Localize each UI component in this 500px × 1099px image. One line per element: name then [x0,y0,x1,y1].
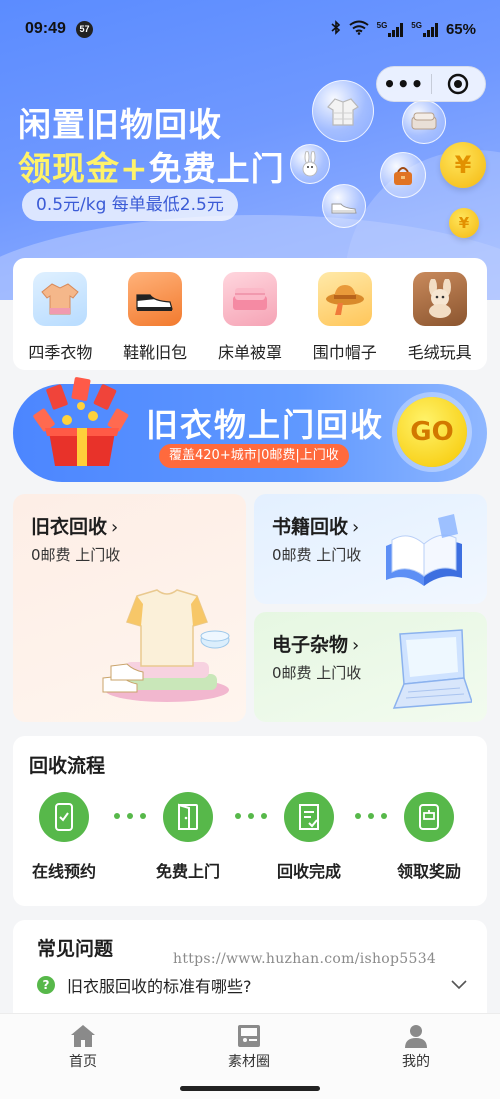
question-icon: ? [37,976,55,994]
hero-title-line1: 闲置旧物回收 [18,105,222,144]
banner-title: 旧衣物上门回收 [146,406,385,444]
process-step-complete: 回收完成 [259,792,359,882]
faq-question: 旧衣服回收的标准有哪些? [67,977,252,996]
phone-check-icon [39,792,89,842]
gallery-icon [238,1025,260,1047]
tab-mine[interactable]: 我的 [366,1024,466,1071]
service-card-books[interactable]: 书籍回收 › 0邮费 上门收 [254,494,487,604]
tab-label: 素材圈 [228,1054,270,1070]
chevron-right-icon: › [111,517,119,538]
checklist-icon [284,792,334,842]
laptop-icon [392,629,472,709]
process-step-label: 在线预约 [31,862,96,881]
banner-subtitle: 覆盖420+城市|0邮费|上门收 [159,444,349,468]
battery-level: 65% [445,21,476,38]
rabbit-bubble-icon [290,144,330,184]
hero-title-line2: 领现金+免费上门 [18,142,285,190]
process-title: 回收流程 [29,755,106,777]
category-label: 毛绒玩具 [407,343,472,362]
wifi-icon [349,20,369,39]
category-grid: 四季衣物 鞋靴旧包 床单被罩 围巾帽子 毛绒玩具 [13,258,487,370]
tab-home[interactable]: 首页 [33,1024,133,1071]
service-name: 旧衣回收 [31,516,108,538]
watermark-url: https://www.huzhan.com/ishop5534 [173,951,437,967]
network-type-1: 5G [376,21,388,30]
red-envelope-gift-icon [33,377,129,466]
notification-badge: 57 [76,21,93,38]
chevron-right-icon: › [352,635,360,656]
clothes-pile-icon [102,589,230,702]
process-step-booking: 在线预约 [14,792,114,882]
coin-icon: ¥ [440,142,486,188]
more-menu-button[interactable]: ••• [377,74,431,94]
home-indicator[interactable] [180,1086,320,1091]
network-type-2: 5G [411,21,422,30]
category-scarf-hat[interactable]: 围巾帽子 [300,272,390,370]
category-plush-toys[interactable]: 毛绒玩具 [395,272,485,370]
sweater-icon [33,272,88,326]
gift-card-icon [404,792,454,842]
recycle-process-card: 回收流程 在线预约 免费上门 回收完成 领取奖励 [13,736,487,906]
category-label: 围巾帽子 [312,343,377,362]
hero-title-rest: 免费上门 [148,149,285,188]
miniprogram-capsule: ••• [376,66,486,102]
tab-label: 我的 [402,1054,430,1070]
category-label: 四季衣物 [28,343,93,362]
process-step-pickup: 免费上门 [138,792,238,882]
service-name: 书籍回收 [272,516,349,538]
shoes-bubble-icon [322,184,366,228]
jacket-bubble-icon [312,80,374,142]
sneaker-icon [128,272,183,326]
hero-price-pill: 0.5元/kg 每单最低2.5元 [22,189,238,221]
bedsheet-icon [222,272,277,326]
teddy-bear-icon [412,272,467,326]
category-shoes-bags[interactable]: 鞋靴旧包 [110,272,200,370]
door-to-door-banner[interactable]: 旧衣物上门回收 覆盖420+城市|0邮费|上门收 GO [13,377,487,482]
service-title: 旧衣回收 › [31,512,118,539]
bedding-bubble-icon [402,100,446,144]
service-card-electronics[interactable]: 电子杂物 › 0邮费 上门收 [254,612,487,722]
door-icon [163,792,213,842]
status-time: 09:49 [25,20,66,37]
home-icon [71,1025,95,1047]
process-step-reward: 领取奖励 [379,792,479,882]
service-desc: 0邮费 上门收 [31,546,121,564]
category-clothes[interactable]: 四季衣物 [15,272,105,370]
status-right: 5G 5G 65% [331,20,476,39]
category-label: 鞋靴旧包 [123,343,188,362]
category-label: 床单被罩 [217,343,282,362]
open-book-icon [386,514,462,586]
category-bedding[interactable]: 床单被罩 [205,272,295,370]
process-step-label: 免费上门 [155,862,220,881]
tab-label: 首页 [69,1054,97,1070]
tab-materials[interactable]: 素材圈 [199,1024,299,1071]
service-title: 电子杂物 › [272,630,359,657]
process-step-label: 回收完成 [276,862,341,881]
service-card-old-clothes[interactable]: 旧衣回收 › 0邮费 上门收 [13,494,246,722]
target-icon [448,73,469,95]
service-title: 书籍回收 › [272,512,359,539]
status-bar: 09:49 57 5G 5G 65% [0,0,500,60]
chevron-right-icon: › [352,517,360,538]
cell-signal-1: 5G [377,22,404,37]
handbag-bubble-icon [380,152,426,198]
hat-icon [317,272,372,326]
close-miniprogram-button[interactable] [431,73,485,95]
coin-small-icon: ¥ [449,208,479,238]
user-icon [405,1025,427,1048]
faq-item[interactable]: ? 旧衣服回收的标准有哪些? [37,973,467,997]
hero-title-highlight: 领现金+ [18,149,149,188]
process-step-label: 领取奖励 [396,862,461,881]
chevron-down-icon [451,980,467,990]
cell-signal-2: 5G [411,22,438,37]
service-desc: 0邮费 上门收 [272,546,362,564]
go-button[interactable]: GO [397,397,467,467]
faq-title: 常见问题 [37,938,114,960]
service-name: 电子杂物 [272,634,349,656]
service-desc: 0邮费 上门收 [272,664,362,682]
bluetooth-icon [331,20,341,39]
